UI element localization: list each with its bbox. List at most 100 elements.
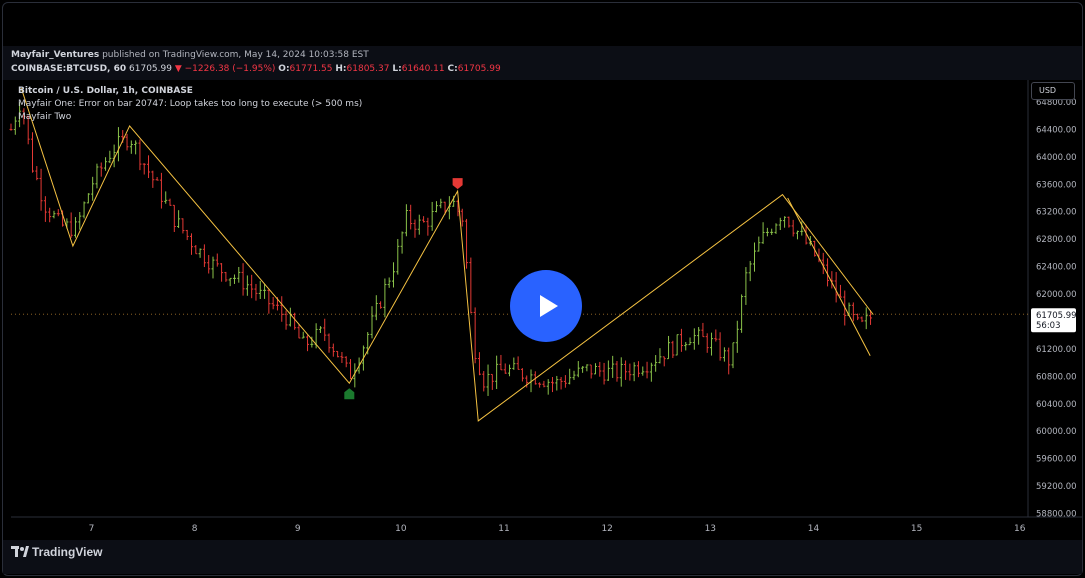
y-tick-label: 64400.00 (1036, 125, 1077, 135)
candle (783, 216, 787, 228)
candle (104, 157, 108, 171)
publish-info-bar: Mayfair_Ventures published on TradingVie… (3, 46, 1082, 80)
candle (778, 217, 782, 231)
candle (379, 301, 383, 309)
candle (331, 343, 335, 357)
candle (323, 318, 327, 341)
candle (340, 351, 344, 364)
candle (370, 306, 374, 339)
tradingview-brand[interactable]: TradingView (32, 545, 102, 559)
candle (434, 201, 438, 213)
candle (336, 350, 340, 358)
candle (624, 360, 628, 380)
candle (172, 204, 176, 233)
candle (327, 333, 331, 353)
candle (714, 329, 718, 342)
candle (710, 332, 714, 356)
candle (190, 233, 194, 255)
legend-indicator-2[interactable]: Mayfair Two (18, 112, 71, 122)
close-label: C: (447, 64, 458, 74)
candle (301, 331, 305, 339)
published-text: published on TradingView.com, May 14, 20… (99, 50, 369, 60)
candle (555, 375, 559, 391)
candle (185, 229, 189, 241)
x-tick-label: 11 (498, 524, 509, 534)
candle (271, 296, 275, 310)
candle (727, 347, 731, 375)
candle (838, 284, 842, 298)
candle (636, 361, 640, 378)
x-tick-label: 16 (1014, 524, 1026, 534)
y-tick-label: 63600.00 (1036, 180, 1077, 190)
candle (164, 191, 168, 204)
candle (757, 236, 761, 252)
candle (508, 364, 512, 377)
top-marker (452, 178, 463, 190)
candle (563, 375, 567, 388)
y-tick-label: 59200.00 (1036, 482, 1077, 492)
open-value: 61771.55 (289, 64, 333, 74)
currency-button[interactable]: USD (1031, 82, 1075, 100)
candle (258, 280, 262, 300)
candle (344, 356, 348, 368)
candle (284, 310, 288, 330)
candle (297, 324, 301, 339)
candle (318, 326, 322, 333)
legend-indicator-1[interactable]: Mayfair One: Error on bar 20747: Loop ta… (18, 99, 362, 109)
candle (761, 222, 765, 244)
candle (220, 263, 224, 282)
candle (43, 196, 47, 222)
candle (78, 211, 82, 230)
candle (632, 362, 636, 382)
candle (138, 139, 142, 171)
candle (465, 218, 469, 269)
candle (99, 162, 103, 177)
candle (675, 334, 679, 356)
candle (477, 352, 481, 376)
candle (654, 355, 658, 372)
candle (267, 289, 271, 314)
candle (486, 364, 490, 396)
candle (679, 328, 683, 352)
x-tick-label: 7 (89, 524, 95, 534)
candle (147, 155, 151, 179)
zigzag-layer (20, 88, 874, 422)
candle (598, 361, 602, 377)
candle (374, 295, 378, 321)
y-tick-label: 60800.00 (1036, 372, 1077, 382)
play-button[interactable] (510, 270, 582, 342)
candle (795, 230, 799, 240)
candle (606, 360, 610, 381)
last-price: 61705.99 (129, 64, 172, 74)
candle (774, 223, 778, 234)
candle (168, 198, 172, 206)
candle (293, 312, 297, 330)
x-tick-label: 12 (601, 524, 612, 534)
candle (585, 364, 589, 372)
play-icon (540, 295, 558, 317)
high-label: H: (335, 64, 347, 74)
candle (611, 355, 615, 378)
candle (241, 263, 245, 296)
candle (628, 363, 632, 381)
candle (430, 201, 434, 231)
candle (56, 209, 60, 217)
candle (116, 127, 120, 162)
candle (688, 337, 692, 346)
tradingview-logo-icon[interactable] (11, 546, 29, 558)
candle (516, 356, 520, 370)
candle (417, 214, 421, 235)
candle (568, 368, 572, 385)
candle (787, 216, 791, 228)
candle (671, 340, 675, 359)
x-tick-label: 14 (808, 524, 820, 534)
candle (589, 364, 593, 379)
publisher-name[interactable]: Mayfair_Ventures (11, 50, 99, 60)
candle (426, 217, 430, 236)
candle (460, 208, 464, 227)
candle (280, 296, 284, 322)
candle (752, 242, 756, 272)
x-tick-label: 8 (192, 524, 198, 534)
candle (499, 354, 503, 371)
candle (228, 277, 232, 287)
